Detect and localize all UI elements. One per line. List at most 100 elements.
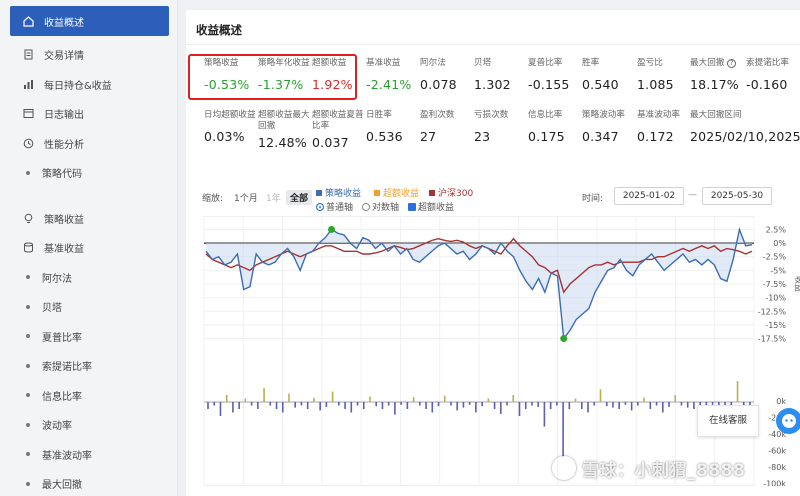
- sidebar-item-alpha[interactable]: 阿尔法: [0, 263, 177, 293]
- y-tick-label: -15%: [765, 321, 786, 330]
- metric-value: 0.540: [582, 77, 619, 92]
- metric-value: 0.175: [528, 129, 565, 144]
- metric-annual-return: 策略年化收益 -1.37%: [258, 58, 310, 92]
- zoom-label: 缩放:: [202, 194, 224, 204]
- metric-value: 23: [474, 129, 491, 144]
- sidebar-item-info-ratio[interactable]: 信息比率: [0, 381, 177, 411]
- volume-bar: [643, 397, 645, 402]
- volume-bar: [300, 402, 303, 406]
- volume-bar: [419, 402, 421, 406]
- bulb-icon: [22, 212, 34, 224]
- volume-bar: [313, 397, 315, 402]
- sidebar-item-max-drawdown[interactable]: 最大回撤: [0, 469, 177, 496]
- metric-value: -0.160: [746, 77, 788, 92]
- metric-label: 超额收益: [312, 58, 347, 68]
- volume-bar: [518, 402, 521, 416]
- metric-profit-loss-ratio: 盈亏比 1.085: [637, 58, 674, 92]
- volume-bar: [294, 402, 297, 408]
- watermark-logo-icon: [552, 456, 576, 480]
- y-tick-label: -7.5%: [763, 280, 787, 289]
- legend-strategy-return[interactable]: 策略收益: [316, 186, 361, 199]
- volume-bar: [263, 388, 265, 402]
- volume-bar: [537, 402, 539, 407]
- legend-swatch: [374, 190, 380, 196]
- metric-value: 18.17%: [690, 77, 739, 92]
- chat-icon[interactable]: [776, 408, 800, 434]
- lower-tick-label: 0k: [776, 397, 786, 406]
- sidebar-item-strategy-code[interactable]: 策略代码: [0, 158, 177, 188]
- legend-csi300[interactable]: 沪深300: [429, 186, 473, 199]
- metric-value: 0.172: [637, 129, 674, 144]
- y-tick-label: -10%: [765, 294, 786, 303]
- metric-value: -0.53%: [204, 77, 250, 92]
- home-icon: [22, 15, 34, 27]
- volume-bar: [362, 402, 365, 409]
- sidebar-item-log[interactable]: 日志输出: [0, 99, 177, 129]
- metric-label: 基准收益: [366, 58, 401, 68]
- sidebar-item-performance[interactable]: 性能分析: [0, 129, 177, 159]
- volume-bar: [244, 398, 247, 402]
- divider: [186, 44, 800, 45]
- volume-bar: [599, 389, 602, 402]
- sidebar-item-benchmark-return[interactable]: 基准收益: [0, 233, 177, 263]
- axis-normal-radio[interactable]: 普通轴: [316, 200, 353, 213]
- legend-swatch: [429, 190, 435, 196]
- volume-bar: [250, 402, 253, 406]
- metric-label: 亏损次数: [474, 110, 509, 120]
- volume-bar: [213, 402, 216, 406]
- volume-bar: [487, 398, 490, 402]
- marker-high: [328, 225, 336, 233]
- metric-value: 0.347: [582, 129, 619, 144]
- sidebar-item-overview[interactable]: 收益概述: [10, 6, 169, 36]
- legend-swatch: [316, 190, 322, 196]
- online-service-button[interactable]: 在线客服: [697, 405, 759, 437]
- date-from-input[interactable]: 2025-01-02: [614, 187, 684, 205]
- volume-bar: [356, 402, 359, 406]
- bullet-icon: [26, 363, 30, 368]
- metric-daily-excess: 日均超额收益 0.03%: [204, 110, 256, 144]
- date-to-input[interactable]: 2025-05-30: [702, 187, 772, 205]
- metric-label: 索提诺比率: [746, 58, 789, 68]
- sidebar-item-volatility[interactable]: 波动率: [0, 410, 177, 440]
- volume-bar: [257, 402, 259, 409]
- volume-bar: [568, 402, 571, 409]
- excess-return-checkbox[interactable]: 超额收益: [408, 200, 454, 213]
- volume-bar: [556, 402, 558, 406]
- sidebar-item-beta[interactable]: 贝塔: [0, 292, 177, 322]
- y-tick-label: 2.5%: [766, 225, 787, 234]
- axis-log-radio[interactable]: 对数轴: [362, 200, 399, 213]
- time-label: 时间:: [582, 194, 604, 204]
- marker-low: [560, 335, 568, 343]
- legend-excess-return[interactable]: 超额收益: [374, 186, 419, 199]
- zoom-all[interactable]: 全部: [286, 190, 313, 205]
- sidebar-item-trade-detail[interactable]: 交易详情: [0, 40, 177, 70]
- volume-bar: [580, 402, 583, 409]
- zoom-1-month[interactable]: 1个月: [230, 190, 262, 205]
- bullet-icon: [26, 334, 30, 339]
- volume-bar: [562, 402, 564, 458]
- sidebar-item-strategy-return[interactable]: 策略收益: [0, 204, 177, 234]
- volume-bar: [406, 402, 409, 409]
- volume-bar: [450, 402, 452, 406]
- volume-bar: [319, 402, 321, 411]
- metric-label: 超额收益夏普比率: [312, 110, 364, 131]
- sidebar-item-sharpe[interactable]: 夏普比率: [0, 322, 177, 352]
- volume-bar: [587, 402, 589, 413]
- metric-label: 夏普比率: [528, 58, 563, 68]
- y-axis-label: 收益: [794, 276, 800, 292]
- sidebar-item-daily-position[interactable]: 每日持仓&收益: [0, 70, 177, 100]
- returns-chart[interactable]: 2.5% 0% -2.5% -5% -7.5% -10% -12.5% -15% -17.5% 收…: [202, 216, 800, 486]
- metric-benchmark-volatility: 基准波动率 0.172: [637, 110, 680, 144]
- y-tick-label: -5%: [770, 266, 786, 275]
- metric-sharpe: 夏普比率 -0.155: [528, 58, 570, 92]
- watermark: 雪球：小刺猬_8888: [582, 461, 746, 481]
- sidebar-item-sortino[interactable]: 索提诺比率: [0, 351, 177, 381]
- sidebar-item-benchmark-volatility[interactable]: 基准波动率: [0, 440, 177, 470]
- metric-strategy-return: 策略收益 -0.53%: [204, 58, 249, 92]
- volume-bar: [219, 402, 222, 416]
- checkbox-icon: [408, 203, 416, 211]
- zoom-1-year[interactable]: 1年: [262, 190, 285, 205]
- volume-bar: [232, 402, 234, 413]
- volume-bar: [344, 402, 346, 409]
- help-icon[interactable]: ?: [727, 59, 737, 68]
